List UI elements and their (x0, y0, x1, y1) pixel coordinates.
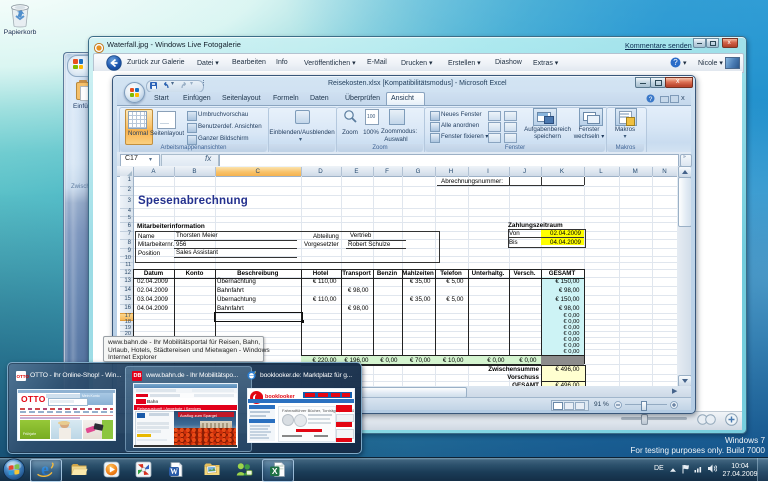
svg-text:?: ? (649, 96, 653, 103)
svg-text:X: X (272, 466, 278, 476)
svg-text:?: ? (673, 58, 678, 67)
svg-text:W: W (170, 467, 178, 476)
